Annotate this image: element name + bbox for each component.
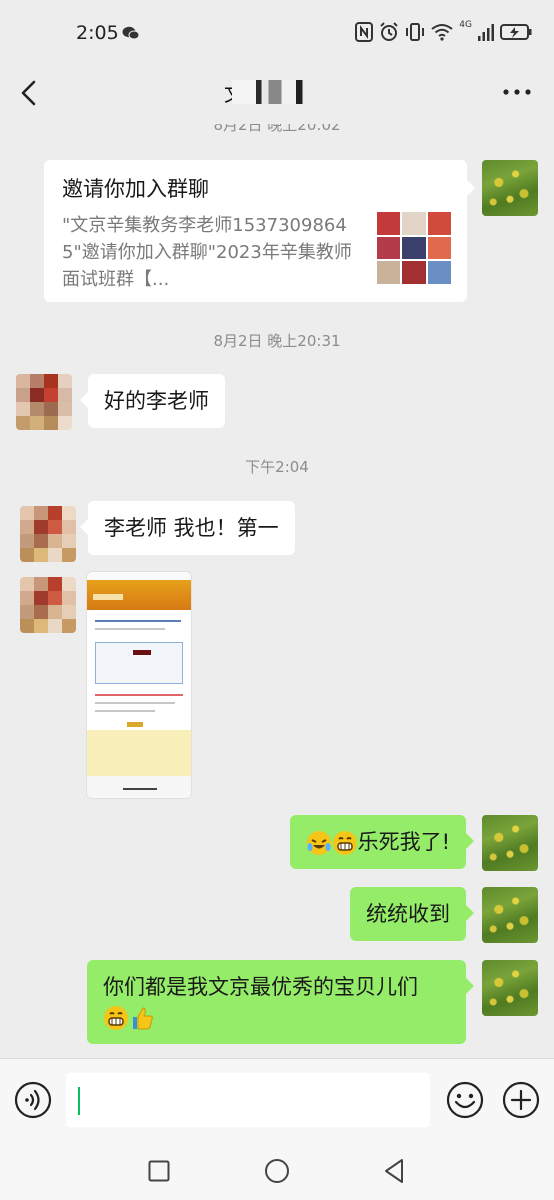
- chat-header: 文: [0, 66, 554, 124]
- message-bubble-received[interactable]: 李老师 我也！第一: [80, 501, 295, 555]
- message-text: 你们都是我文京最优秀的宝贝儿们: [103, 975, 418, 999]
- contact-avatar[interactable]: [20, 506, 76, 562]
- invite-title: 邀请你加入群聊: [62, 177, 209, 201]
- recent-apps-icon[interactable]: [148, 1160, 170, 1182]
- group-invite-card[interactable]: 邀请你加入群聊 "文京辛集教务李老师15373098645"邀请你加入群聊"20…: [44, 160, 475, 302]
- voice-icon[interactable]: [14, 1081, 52, 1119]
- status-bar: 2:05 4G: [0, 0, 554, 66]
- message-list[interactable]: 8月2日 晚上20:02 邀请你加入群聊 "文京辛集教务李老师153730986…: [0, 124, 554, 1058]
- status-icons: 4G: [355, 20, 532, 42]
- grin-emoji-icon: [104, 1006, 128, 1030]
- back-arrow-icon[interactable]: [16, 76, 42, 110]
- plus-icon[interactable]: [502, 1081, 540, 1119]
- timestamp: 下午2:04: [245, 458, 309, 476]
- more-dots-icon[interactable]: [502, 86, 532, 98]
- network-type: 4G: [459, 20, 472, 30]
- contact-avatar[interactable]: [16, 374, 72, 430]
- grin-emoji-icon: [332, 831, 357, 855]
- message-bubble-sent[interactable]: 统统收到: [350, 887, 474, 941]
- signal-icon: [478, 24, 494, 41]
- thumbs-up-emoji-icon: [133, 1007, 153, 1030]
- system-nav-bar: [0, 1142, 554, 1200]
- message-input[interactable]: [66, 1073, 430, 1127]
- group-avatar-thumbnail: [377, 212, 451, 284]
- nav-back-icon[interactable]: [382, 1158, 406, 1184]
- message-bubble-sent[interactable]: 乐死我了!: [289, 815, 475, 869]
- invite-description: "文京辛集教务李老师15373098645"邀请你加入群聊"2023年辛集教师面…: [62, 215, 352, 290]
- status-time: 2:05: [76, 22, 119, 44]
- message-bubble-sent[interactable]: 你们都是我文京最优秀的宝贝儿们: [87, 960, 474, 1044]
- self-avatar[interactable]: [482, 887, 538, 943]
- chat-title: 文: [224, 76, 344, 110]
- laughing-crying-emoji-icon: [306, 831, 331, 855]
- timestamp: 8月2日 晚上20:02: [213, 124, 341, 134]
- message-text: 乐死我了!: [357, 830, 450, 854]
- wechat-notification-icon: [122, 26, 140, 40]
- timestamp: 8月2日 晚上20:31: [213, 332, 341, 350]
- self-avatar[interactable]: [482, 815, 538, 871]
- alarm-icon: [380, 22, 399, 41]
- self-avatar[interactable]: [482, 160, 538, 216]
- vibrate-icon: [406, 23, 425, 41]
- self-avatar[interactable]: [482, 960, 538, 1016]
- home-icon[interactable]: [264, 1158, 290, 1184]
- image-message[interactable]: [86, 571, 192, 799]
- input-bar: [0, 1058, 554, 1142]
- title-mosaic: [232, 80, 342, 104]
- text-caret: [78, 1087, 80, 1115]
- emoji-icon[interactable]: [446, 1081, 484, 1119]
- nfc-icon: [355, 22, 374, 42]
- contact-avatar[interactable]: [20, 577, 76, 633]
- message-bubble-received[interactable]: 好的李老师: [80, 374, 225, 428]
- wifi-icon: [431, 24, 453, 41]
- battery-icon: [500, 24, 532, 40]
